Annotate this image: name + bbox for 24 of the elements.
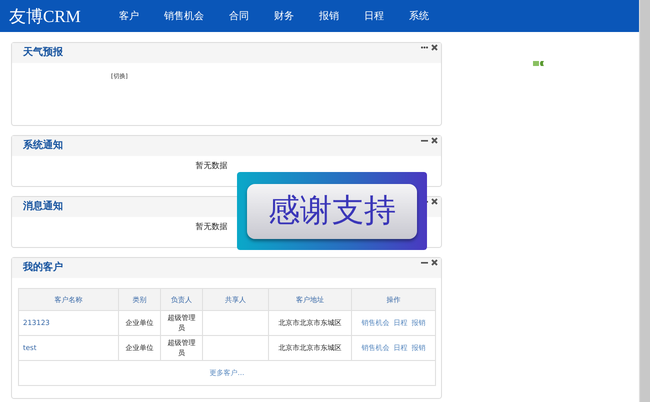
nav-link[interactable]: 系统 <box>409 9 429 23</box>
nav-link[interactable]: 日程 <box>364 9 384 23</box>
close-icon[interactable] <box>431 44 438 51</box>
table-cell <box>202 336 268 360</box>
table-cell <box>202 310 268 336</box>
close-icon[interactable] <box>431 137 438 144</box>
nav-link[interactable]: 合同 <box>229 9 249 23</box>
minimize-icon[interactable] <box>421 137 428 144</box>
minimize-icon[interactable] <box>421 259 428 266</box>
nav-link[interactable]: 报销 <box>319 9 339 23</box>
empty-message: 暂无数据 <box>196 221 228 233</box>
nav-link[interactable]: 销售机会 <box>164 9 204 23</box>
banner-label: 感谢支持 <box>247 184 417 238</box>
panel-title: 系统通知 <box>23 138 63 152</box>
panel-title: 我的客户 <box>23 260 63 274</box>
close-icon[interactable] <box>431 259 438 266</box>
nav-link[interactable]: 财务 <box>274 9 294 23</box>
nav-link[interactable]: 客户 <box>119 9 139 23</box>
panel-title: 消息通知 <box>23 200 63 213</box>
empty-message: 暂无数据 <box>196 160 228 172</box>
logo: 友博CRM <box>8 6 82 28</box>
more-icon[interactable] <box>421 44 428 51</box>
close-icon[interactable] <box>431 198 438 205</box>
panel-title: 天气预报 <box>23 46 63 59</box>
